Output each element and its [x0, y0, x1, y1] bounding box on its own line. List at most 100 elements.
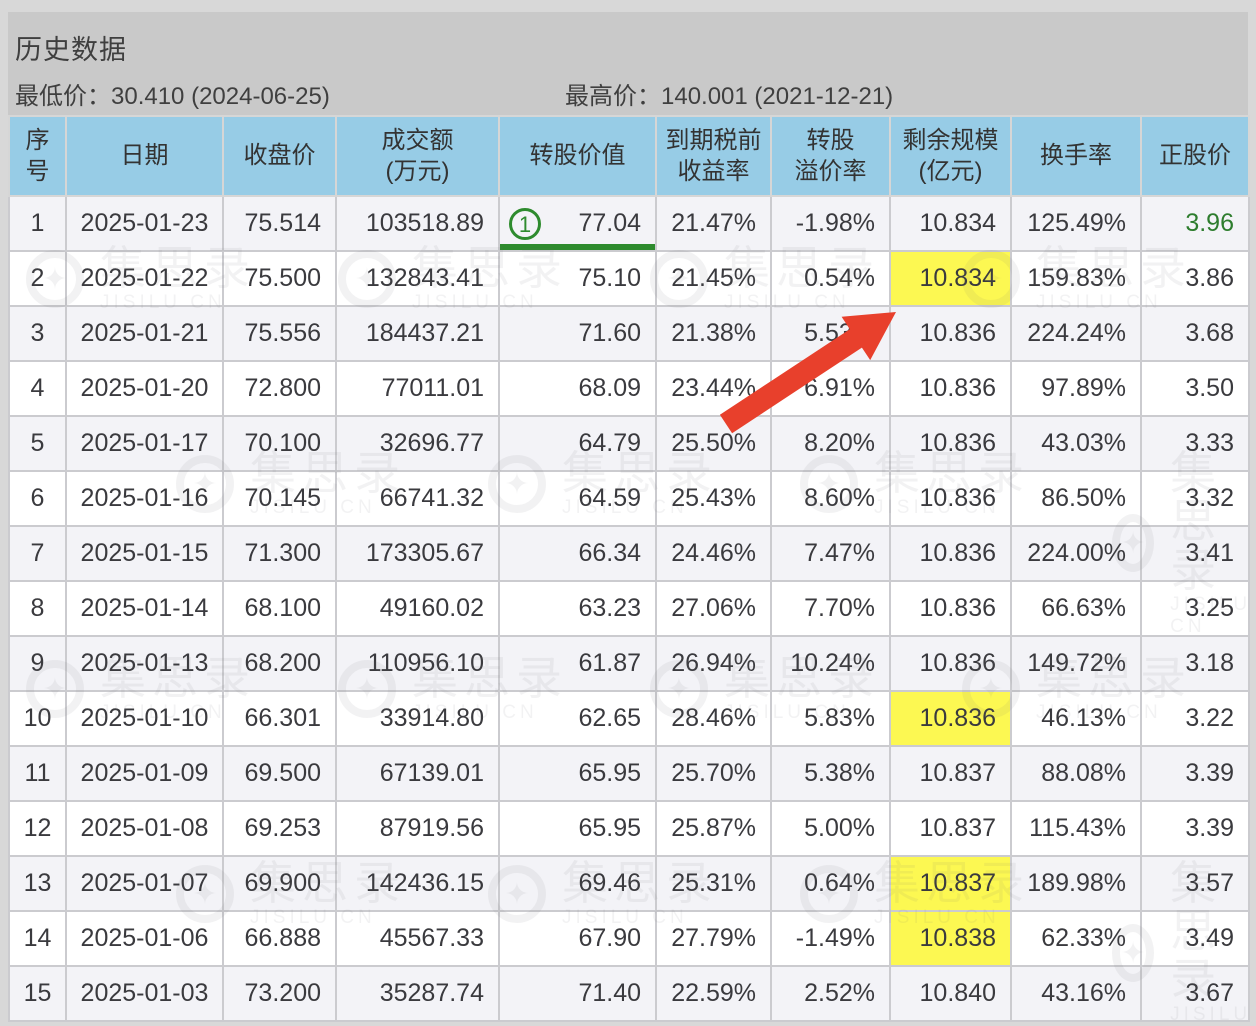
cell-idx: 5	[8, 415, 67, 472]
cell-value: 6	[30, 484, 45, 512]
cell-value: 125.49%	[1027, 209, 1126, 237]
cell-close: 66.888	[222, 910, 337, 967]
cell-close: 68.100	[222, 580, 337, 637]
cell-premium: 6.91%	[770, 360, 891, 417]
cell-conv_value: 71.60	[498, 305, 657, 362]
cell-value: 10	[23, 704, 52, 732]
cell-date: 2025-01-03	[65, 965, 224, 1022]
cell-remaining: 10.836	[889, 360, 1012, 417]
cell-value: 2025-01-10	[80, 704, 209, 732]
cell-value: 103518.89	[365, 209, 484, 237]
cell-turnover_amount: 132843.41	[335, 250, 500, 307]
cell-value: 3.96	[1185, 209, 1234, 237]
cell-value: 2025-01-23	[80, 209, 209, 237]
cell-stock_price: 3.32	[1140, 470, 1250, 527]
cell-conv_value: 75.10	[498, 250, 657, 307]
cell-value: 69.500	[244, 759, 321, 787]
cell-value: 3.50	[1185, 374, 1234, 402]
cell-close: 66.301	[222, 690, 337, 747]
cell-value: 149.72%	[1027, 649, 1126, 677]
cell-premium: 7.70%	[770, 580, 891, 637]
cell-value: 25.87%	[671, 814, 756, 842]
cell-value: 97.89%	[1041, 374, 1126, 402]
cell-close: 70.100	[222, 415, 337, 472]
cell-value: 25.43%	[671, 484, 756, 512]
cell-premium: 0.64%	[770, 855, 891, 912]
cell-idx: 15	[8, 965, 67, 1022]
cell-value: 70.145	[244, 484, 321, 512]
cell-value: 3.39	[1185, 759, 1234, 787]
cell-date: 2025-01-13	[65, 635, 224, 692]
cell-value: 75.500	[244, 264, 321, 292]
cell-value: 61.87	[578, 649, 641, 677]
cell-close: 69.900	[222, 855, 337, 912]
cell-conv_value: 1 77.04	[498, 195, 657, 252]
history-data-table: 序号日期 收盘价 成交额 (万元) 转股价值 到期税前 收益率 转股 溢价率 剩余规模 (亿元) 换手…	[8, 115, 1250, 1022]
cell-value: 21.45%	[671, 264, 756, 292]
cell-remaining: 10.836	[889, 580, 1012, 637]
table-row: 9 2025-01-13 68.200 110956.10 61.87 26.94% 10.…	[8, 635, 1250, 692]
cell-idx: 6	[8, 470, 67, 527]
cell-value: 21.38%	[671, 319, 756, 347]
cell-value: 5.38%	[804, 759, 875, 787]
cell-value: 2025-01-22	[80, 264, 209, 292]
column-header-text: 收盘价	[243, 142, 316, 170]
column-header-text: 到期税前	[665, 126, 762, 154]
cell-value: 64.59	[578, 484, 641, 512]
cell-value: 14	[23, 924, 52, 952]
cell-conv_value: 71.40	[498, 965, 657, 1022]
lowest-price-value: 30.410 (2024-06-25)	[111, 83, 330, 110]
cell-value: 75.10	[578, 264, 641, 292]
cell-date: 2025-01-21	[65, 305, 224, 362]
cell-date: 2025-01-20	[65, 360, 224, 417]
cell-value: 3.68	[1185, 319, 1234, 347]
cell-value: 67.90	[578, 924, 641, 952]
cell-value: 13	[23, 869, 52, 897]
cell-value: 66.301	[244, 704, 321, 732]
cell-value: 22.59%	[671, 979, 756, 1007]
column-header-text: 转股	[806, 126, 855, 154]
column-header-text: 剩余规模	[902, 126, 999, 154]
cell-turnover_rate: 43.03%	[1010, 415, 1142, 472]
cell-remaining: 10.836	[889, 415, 1012, 472]
column-header-turnover_rate: 换手率	[1010, 115, 1142, 197]
cell-idx: 1	[8, 195, 67, 252]
cell-conv_value: 63.23	[498, 580, 657, 637]
cell-date: 2025-01-14	[65, 580, 224, 637]
cell-conv_value: 64.79	[498, 415, 657, 472]
cell-value: 173305.67	[365, 539, 484, 567]
cell-ytm: 21.38%	[655, 305, 772, 362]
highest-price-value: 140.001 (2021-12-21)	[661, 83, 894, 110]
content-area: 历史数据 最低价：30.410 (2024-06-25) 最高价：140.001…	[8, 12, 1250, 1026]
cell-turnover_rate: 224.00%	[1010, 525, 1142, 582]
cell-value: 2025-01-17	[80, 429, 209, 457]
cell-value: 8.60%	[804, 484, 875, 512]
cell-ytm: 24.46%	[655, 525, 772, 582]
table-row: 4 2025-01-20 72.800 77011.01 68.09 23.44% 6.91…	[8, 360, 1250, 417]
cell-idx: 9	[8, 635, 67, 692]
cell-stock_price: 3.96	[1140, 195, 1250, 252]
table-row: 14 2025-01-06 66.888 45567.33 67.90 27.79% -1.…	[8, 910, 1250, 967]
cell-stock_price: 3.25	[1140, 580, 1250, 637]
cell-value: 10.836	[919, 704, 996, 732]
circled-1-badge[interactable]: 1	[509, 207, 541, 240]
cell-conv_value: 65.95	[498, 800, 657, 857]
cell-turnover_rate: 149.72%	[1010, 635, 1142, 692]
cell-value: 2.52%	[804, 979, 875, 1007]
column-header-text: 转股价值	[529, 142, 626, 170]
table-row: 13 2025-01-07 69.900 142436.15 69.46 25.31% 0.…	[8, 855, 1250, 912]
cell-value: 10.836	[919, 374, 996, 402]
cell-stock_price: 3.49	[1140, 910, 1250, 967]
column-header-close: 收盘价	[222, 115, 337, 197]
cell-stock_price: 3.39	[1140, 745, 1250, 802]
cell-date: 2025-01-16	[65, 470, 224, 527]
cell-value: 10.836	[919, 484, 996, 512]
cell-ytm: 27.06%	[655, 580, 772, 637]
column-header-remaining: 剩余规模 (亿元)	[889, 115, 1012, 197]
cell-value: 2025-01-09	[80, 759, 209, 787]
cell-value: 75.514	[244, 209, 321, 237]
cell-date: 2025-01-17	[65, 415, 224, 472]
cell-value: 8.20%	[804, 429, 875, 457]
cell-value: 3	[30, 319, 45, 347]
column-header-idx: 序号	[8, 115, 67, 197]
